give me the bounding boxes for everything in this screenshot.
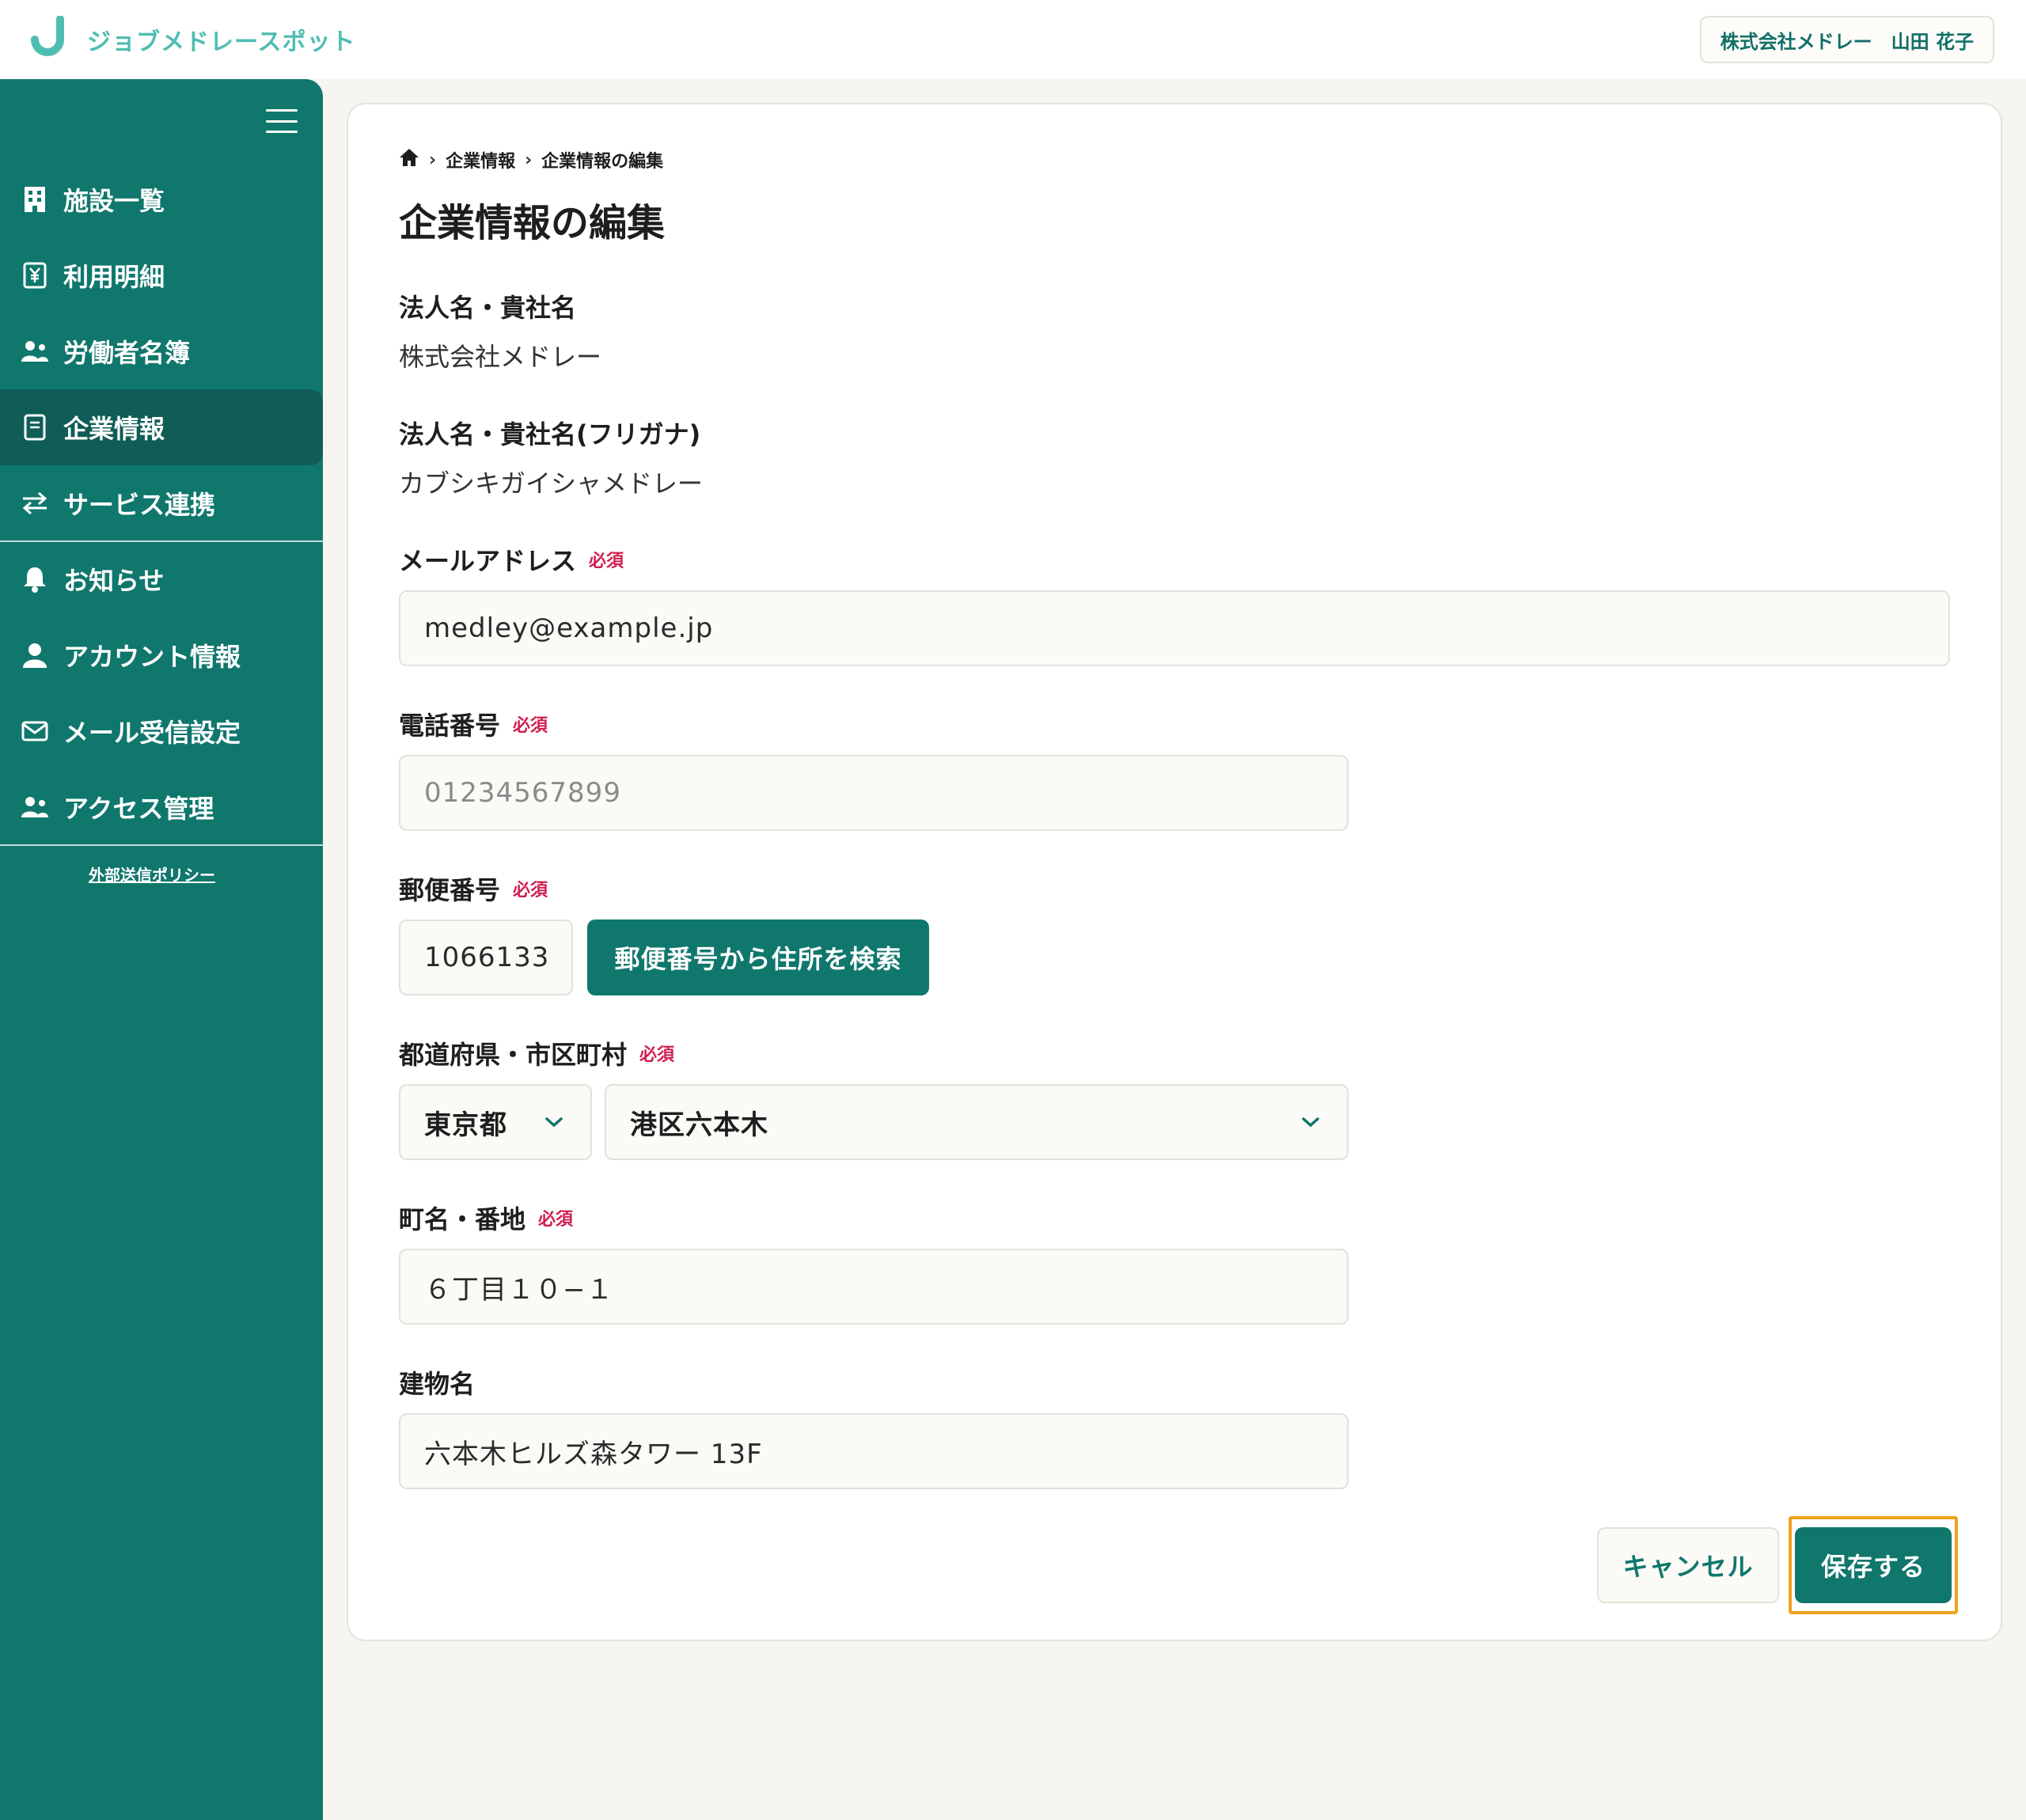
sidebar-item-access-management[interactable]: アクセス管理 [0, 769, 323, 845]
street-address-field[interactable]: ６丁目１０−１ [399, 1249, 1349, 1325]
external-transmission-policy-link[interactable]: 外部送信ポリシー [0, 863, 304, 885]
postal-code-field[interactable]: 1066133 [399, 919, 573, 995]
building-name-field[interactable]: 六本木ヒルズ森タワー 13F [399, 1413, 1349, 1489]
users-icon [21, 793, 49, 821]
company-kana-value: カブシキガイシャメドレー [399, 468, 704, 499]
sidebar-item-label: 利用明細 [63, 262, 165, 292]
field-label-text: 町名・番地 [399, 1204, 526, 1234]
prefecture-city-label: 都道府県・市区町村 必須 [399, 1035, 674, 1071]
breadcrumb: › 企業情報 › 企業情報の編集 [399, 144, 663, 176]
sidebar-item-label: お知らせ [63, 566, 165, 596]
chevron-down-icon [1301, 1117, 1320, 1128]
prefecture-select[interactable]: 東京都 [399, 1084, 592, 1160]
sidebar-item-notifications[interactable]: お知らせ [0, 541, 323, 617]
company-kana-label: 法人名・貴社名(フリガナ) [399, 415, 700, 451]
field-label-text: 都道府県・市区町村 [399, 1040, 628, 1070]
sidebar-item-label: アカウント情報 [63, 642, 241, 672]
arrows-swap-icon [21, 489, 49, 518]
field-label-text: メールアドレス [399, 546, 577, 576]
sidebar-item-label: アクセス管理 [63, 794, 214, 824]
building-label: 建物名 [399, 1364, 475, 1401]
field-label-text: 建物名 [399, 1369, 476, 1399]
email-label: メールアドレス 必須 [399, 541, 624, 578]
sidebar-item-label: メール受信設定 [63, 718, 241, 748]
home-icon[interactable] [399, 148, 419, 172]
breadcrumb-current: 企業情報の編集 [541, 152, 664, 172]
main-card: › 企業情報 › 企業情報の編集 企業情報の編集 法人名・貴社名 株式会社メドレ… [347, 103, 2002, 1641]
breadcrumb-separator: › [429, 150, 437, 170]
building-icon [21, 185, 49, 214]
sidebar-item-company-info[interactable]: 企業情報 [0, 389, 323, 465]
required-badge: 必須 [589, 552, 624, 571]
field-label-text: 郵便番号 [399, 875, 501, 905]
sidebar-item-label: サービス連携 [63, 490, 216, 520]
required-badge: 必須 [639, 1045, 675, 1065]
hamburger-menu-icon[interactable] [266, 109, 298, 133]
field-label-text: 法人名・貴社名(フリガナ) [399, 419, 701, 449]
chevron-down-icon [544, 1117, 563, 1128]
phone-label: 電話番号 必須 [399, 706, 548, 742]
company-name-value: 株式会社メドレー [399, 342, 602, 372]
city-value: 港区六本木 [630, 1109, 768, 1141]
users-icon [21, 337, 49, 366]
top-bar: ジョブメドレースポット 株式会社メドレー 山田 花子 [0, 0, 2026, 79]
sidebar-item-label: 労働者名簿 [63, 338, 191, 368]
sidebar-item-usage-statement[interactable]: 利用明細 [0, 237, 323, 313]
sidebar-item-mail-settings[interactable]: メール受信設定 [0, 693, 323, 769]
postal-code-label: 郵便番号 必須 [399, 870, 548, 907]
page-title: 企業情報の編集 [399, 201, 666, 245]
city-select[interactable]: 港区六本木 [605, 1084, 1349, 1160]
sidebar: 施設一覧 利用明細 労働者名簿 企業情報 サービス連携 お知らせ アカウント情報… [0, 79, 323, 1820]
required-badge: 必須 [513, 881, 548, 901]
breadcrumb-separator: › [525, 150, 533, 170]
logo[interactable]: ジョブメドレースポット [28, 15, 356, 63]
sidebar-divider [0, 844, 323, 846]
cancel-button[interactable]: キャンセル [1597, 1527, 1779, 1603]
field-label-text: 電話番号 [399, 711, 501, 741]
logo-mark-icon [28, 15, 76, 63]
phone-field[interactable]: 01234567899 [399, 755, 1349, 831]
sidebar-item-label: 企業情報 [63, 414, 165, 444]
sidebar-item-service-integration[interactable]: サービス連携 [0, 465, 323, 541]
required-badge: 必須 [513, 716, 548, 736]
sidebar-item-worker-roster[interactable]: 労働者名簿 [0, 313, 323, 389]
document-icon [21, 413, 49, 442]
person-icon [21, 641, 49, 669]
mail-icon [21, 717, 49, 745]
yen-receipt-icon [21, 261, 49, 290]
required-badge: 必須 [538, 1210, 574, 1230]
sidebar-item-label: 施設一覧 [63, 186, 165, 216]
address-search-button[interactable]: 郵便番号から住所を検索 [587, 919, 929, 995]
save-button[interactable]: 保存する [1795, 1527, 1952, 1603]
logo-text: ジョブメドレースポット [87, 28, 356, 56]
street-label: 町名・番地 必須 [399, 1200, 573, 1236]
account-menu-button[interactable]: 株式会社メドレー 山田 花子 [1699, 16, 1994, 63]
bell-icon [21, 565, 49, 593]
sidebar-item-account-info[interactable]: アカウント情報 [0, 617, 323, 693]
company-name-label: 法人名・貴社名 [399, 288, 576, 324]
breadcrumb-company-info[interactable]: 企業情報 [446, 147, 515, 173]
field-label-text: 法人名・貴社名 [399, 293, 577, 323]
email-field[interactable]: medley@example.jp [399, 590, 1950, 666]
prefecture-value: 東京都 [424, 1109, 507, 1141]
sidebar-item-facilities[interactable]: 施設一覧 [0, 161, 323, 237]
